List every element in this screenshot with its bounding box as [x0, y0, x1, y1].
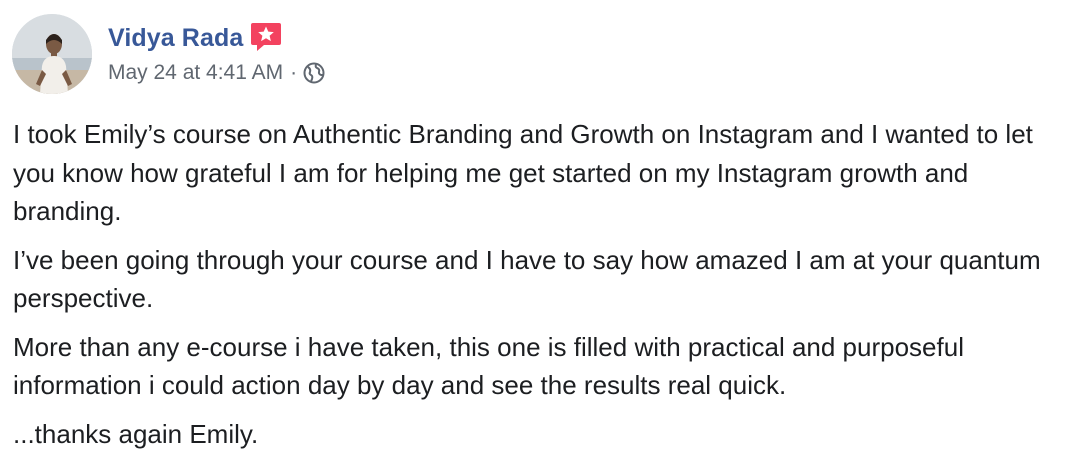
facebook-post: Vidya Rada May 24 at 4:41 AM · I took Em… — [0, 0, 1084, 470]
author-row: Vidya Rada — [108, 21, 325, 55]
globe-icon[interactable] — [303, 62, 325, 84]
post-header: Vidya Rada May 24 at 4:41 AM · — [12, 14, 325, 94]
post-paragraph: I took Emily’s course on Authentic Brand… — [13, 119, 1033, 226]
post-meta: Vidya Rada May 24 at 4:41 AM · — [108, 21, 325, 85]
post-paragraph: More than any e-course i have taken, thi… — [13, 331, 964, 401]
star-badge-icon[interactable] — [250, 22, 282, 52]
post-body: I took Emily’s course on Authentic Brand… — [13, 115, 1073, 463]
author-name-link[interactable]: Vidya Rada — [108, 24, 243, 53]
post-timestamp-row: May 24 at 4:41 AM · — [108, 61, 325, 85]
post-timestamp[interactable]: May 24 at 4:41 AM — [108, 61, 283, 85]
avatar[interactable] — [12, 14, 92, 94]
post-paragraph: ...thanks again Emily. — [13, 418, 259, 449]
meta-separator: · — [290, 61, 298, 84]
post-paragraph: I’ve been going through your course and … — [13, 244, 1041, 314]
